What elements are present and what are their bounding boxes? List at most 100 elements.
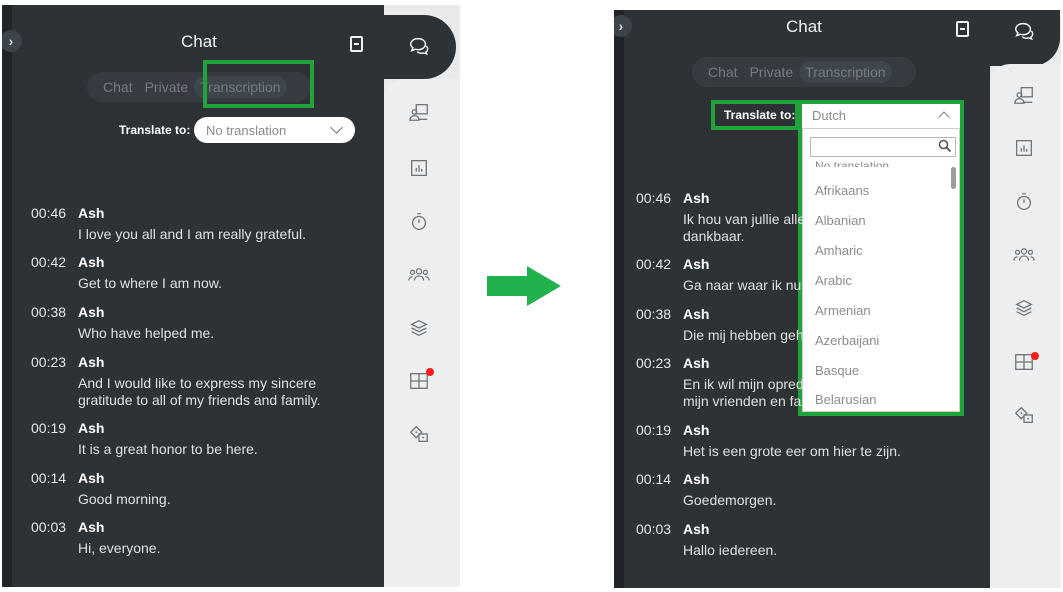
message-item: 00:46 Ash I love you all and I am really…	[31, 205, 361, 245]
dropdown-option[interactable]: Basque	[815, 363, 859, 378]
layers-icon[interactable]	[1013, 297, 1035, 319]
message-item: 00:23 Ash And I would like to express my…	[31, 354, 361, 412]
search-icon	[938, 139, 952, 156]
message-text: Hallo iedereen.	[683, 542, 778, 558]
tab-private[interactable]: Private	[139, 79, 195, 95]
tab-chat[interactable]: Chat	[702, 64, 744, 80]
document-icon[interactable]	[956, 21, 969, 37]
message-time: 00:23	[31, 354, 67, 370]
message-text: It is a great honor to be here.	[78, 441, 258, 457]
message-item: 00:23 Ash En ik wil mijn opred mijn vrie…	[636, 355, 802, 413]
message-time: 00:42	[31, 254, 67, 270]
presenter-icon[interactable]	[408, 101, 430, 123]
message-author: Ash	[78, 519, 105, 535]
tab-private[interactable]: Private	[744, 64, 800, 80]
arrow-right-icon	[487, 266, 561, 306]
message-item: 00:42 Ash Ga naar waar ik nu	[636, 256, 802, 296]
dropdown-option[interactable]: No translation	[815, 159, 889, 167]
message-time: 00:23	[636, 355, 672, 371]
translate-label: Translate to:	[119, 123, 191, 137]
timer-icon[interactable]	[1013, 191, 1035, 213]
message-text: Good morning.	[78, 491, 171, 507]
dice-icon[interactable]	[408, 423, 430, 445]
right-screenshot: › Chat Chat Private Transcription Transl…	[614, 10, 1061, 588]
poll-chart-icon[interactable]	[1013, 137, 1035, 159]
dropdown-option[interactable]: Belarusian	[815, 392, 876, 407]
chevron-right-icon: ›	[618, 18, 624, 34]
message-author: Ash	[683, 355, 710, 371]
message-time: 00:46	[31, 205, 67, 221]
layers-icon[interactable]	[408, 317, 430, 339]
dropdown-option[interactable]: Amharic	[815, 243, 863, 258]
language-search-input[interactable]	[810, 137, 956, 157]
translation-select[interactable]: No translation	[194, 117, 355, 143]
language-dropdown: No translation Afrikaans Albanian Amhari…	[802, 128, 960, 412]
dropdown-option[interactable]: Armenian	[815, 303, 871, 318]
chevron-down-icon	[330, 121, 343, 134]
presenter-icon[interactable]	[1013, 84, 1035, 106]
dropdown-option[interactable]: Arabic	[815, 273, 852, 288]
message-text: Get to where I am now.	[78, 275, 222, 291]
message-item: 00:19 Ash Het is een grote eer om hier t…	[636, 422, 966, 462]
message-time: 00:14	[636, 471, 672, 487]
message-item: 00:46 Ash Ik hou van jullie alle dankbaa…	[636, 190, 806, 248]
panel-title: Chat	[181, 32, 217, 51]
message-time: 00:19	[31, 420, 67, 436]
group-icon[interactable]	[408, 264, 430, 286]
select-value: No translation	[206, 122, 287, 138]
timer-icon[interactable]	[408, 211, 430, 233]
message-time: 00:38	[31, 304, 67, 320]
message-text-line2: dankbaar.	[683, 228, 745, 244]
message-author: Ash	[683, 306, 710, 322]
message-author: Ash	[78, 304, 105, 320]
document-icon[interactable]	[350, 36, 363, 52]
message-text: Het is een grote eer om hier te zijn.	[683, 443, 901, 459]
notification-dot	[1031, 352, 1039, 360]
chat-bubbles-icon[interactable]	[408, 35, 430, 57]
message-text: Goedemorgen.	[683, 492, 777, 508]
message-author: Ash	[78, 354, 105, 370]
message-time: 00:19	[636, 422, 672, 438]
message-author: Ash	[78, 205, 105, 221]
message-text: And I would like to express my sincere	[78, 375, 317, 391]
message-text: Hi, everyone.	[78, 540, 161, 556]
message-text: Ga naar waar ik nu	[683, 277, 802, 293]
message-author: Ash	[78, 420, 105, 436]
dice-icon[interactable]	[1013, 404, 1035, 426]
dropdown-option[interactable]: Azerbaijani	[815, 333, 879, 348]
message-item: 00:03 Ash Hi, everyone.	[31, 519, 361, 559]
message-time: 00:42	[636, 256, 672, 272]
translate-label: Translate to:	[724, 108, 796, 122]
poll-chart-icon[interactable]	[408, 157, 430, 179]
message-item: 00:38 Ash Die mij hebben geh	[636, 306, 802, 346]
message-text: En ik wil mijn opred	[683, 376, 802, 392]
message-author: Ash	[683, 256, 710, 272]
message-time: 00:38	[636, 306, 672, 322]
dropdown-option[interactable]: Albanian	[815, 213, 866, 228]
tab-bar: Chat Private Transcription	[692, 57, 916, 87]
message-item: 00:14 Ash Goedemorgen.	[636, 471, 966, 511]
message-time: 00:46	[636, 190, 672, 206]
message-item: 00:03 Ash Hallo iedereen.	[636, 521, 966, 561]
message-time: 00:03	[31, 519, 67, 535]
tab-transcription[interactable]: Transcription	[799, 61, 892, 83]
translation-select[interactable]: Dutch	[802, 104, 960, 128]
message-author: Ash	[78, 470, 105, 486]
message-author: Ash	[683, 471, 710, 487]
tab-chat[interactable]: Chat	[97, 79, 139, 95]
chat-bubbles-icon[interactable]	[1013, 20, 1035, 42]
message-text: Ik hou van jullie alle	[683, 211, 806, 227]
group-icon[interactable]	[1013, 244, 1035, 266]
message-author: Ash	[683, 422, 710, 438]
dropdown-scrollbar[interactable]	[951, 167, 956, 189]
panel-edge	[614, 10, 624, 588]
message-text: I love you all and I am really grateful.	[78, 226, 307, 242]
message-author: Ash	[683, 521, 710, 537]
message-time: 00:14	[31, 470, 67, 486]
message-text-line2: mijn vrienden en fa	[683, 393, 802, 409]
notification-dot	[426, 368, 434, 376]
message-author: Ash	[683, 190, 710, 206]
dropdown-option[interactable]: Afrikaans	[815, 183, 869, 198]
chevron-right-icon: ›	[8, 33, 14, 49]
highlight-box-tab	[203, 60, 314, 108]
